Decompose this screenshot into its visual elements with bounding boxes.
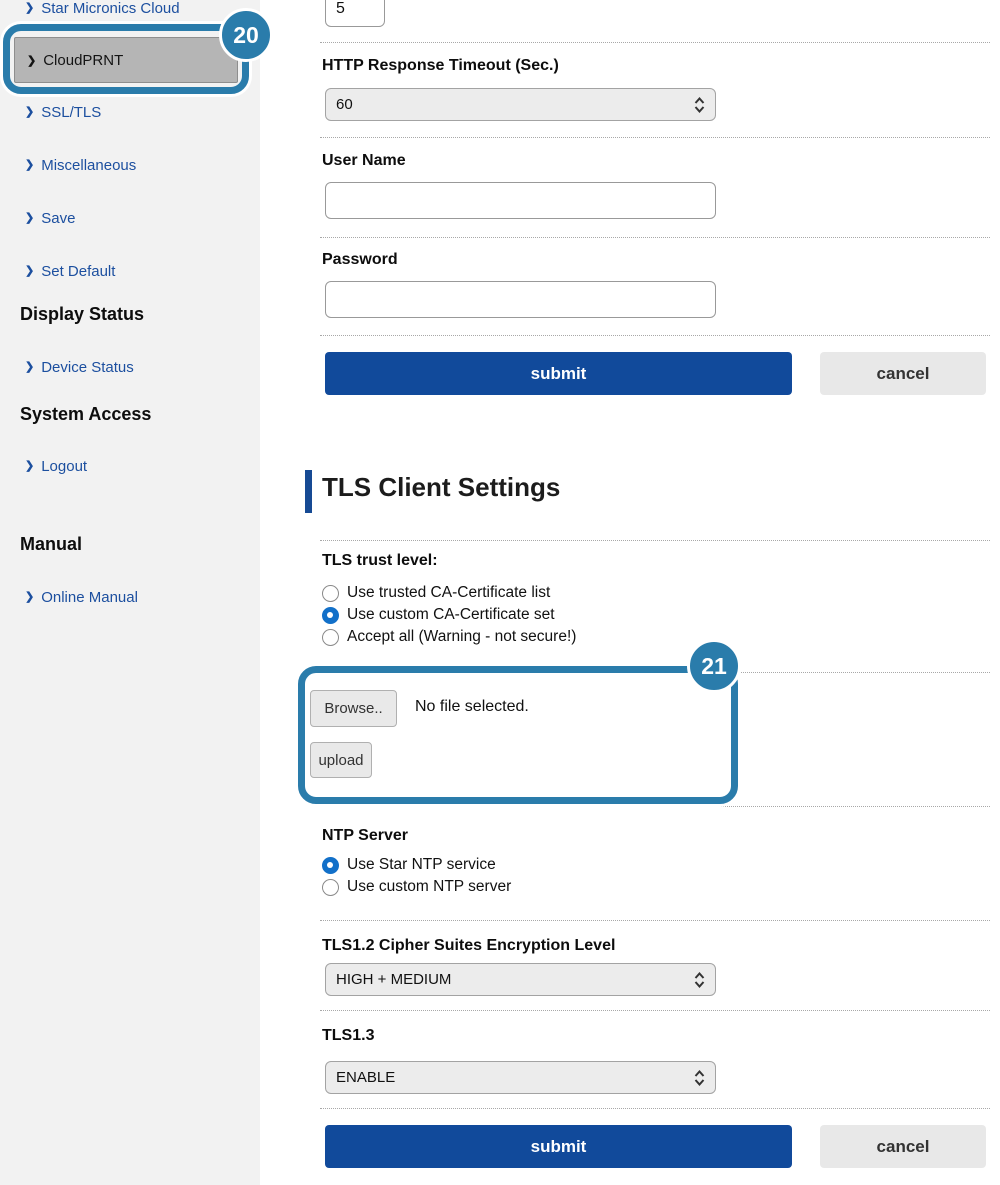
separator: [320, 1108, 990, 1109]
sidebar-item-label: Logout: [41, 458, 87, 475]
tls-trust-level-label: TLS trust level:: [322, 552, 438, 570]
sidebar-item-label: Star Micronics Cloud: [41, 0, 179, 17]
radio-option-label: Use trusted CA-Certificate list: [347, 584, 550, 602]
file-status-text: No file selected.: [415, 698, 529, 716]
sidebar-item-device-status[interactable]: ❯ Device Status: [25, 359, 134, 376]
submit-button[interactable]: submit: [325, 352, 792, 395]
radio-button[interactable]: [322, 879, 339, 896]
sidebar-item-label: Online Manual: [41, 589, 138, 606]
chevron-right-icon: ❯: [27, 54, 36, 67]
separator: [320, 335, 990, 336]
http-timeout-select[interactable]: 60: [325, 88, 716, 121]
sidebar-item-star-micronics-cloud[interactable]: ❯ Star Micronics Cloud: [25, 0, 180, 17]
callout-21-highlight: [298, 666, 738, 804]
sidebar-item-cloudprnt[interactable]: ❯ CloudPRNT: [14, 37, 238, 83]
separator: [320, 540, 990, 541]
chevron-right-icon: ❯: [25, 3, 34, 14]
sidebar-item-label: SSL/TLS: [41, 104, 101, 121]
sidebar-header-display-status: Display Status: [20, 304, 144, 325]
select-value: ENABLE: [336, 1069, 694, 1086]
cancel-button[interactable]: cancel: [820, 1125, 986, 1168]
select-chevron-icon: [694, 97, 705, 113]
radio-option-accept-all[interactable]: Accept all (Warning - not secure!): [322, 628, 576, 646]
radio-option-custom-ca[interactable]: Use custom CA-Certificate set: [322, 606, 555, 624]
chevron-right-icon: ❯: [25, 213, 34, 224]
radio-option-label: Use custom CA-Certificate set: [347, 606, 555, 624]
browse-button[interactable]: Browse..: [310, 690, 397, 727]
sidebar-item-label: Save: [41, 210, 75, 227]
upload-button[interactable]: upload: [310, 742, 372, 778]
retry-interval-input[interactable]: [325, 0, 385, 27]
sidebar-item-set-default[interactable]: ❯ Set Default: [25, 263, 115, 280]
separator: [320, 806, 990, 807]
radio-option-label: Use custom NTP server: [347, 878, 511, 896]
tls12-cipher-label: TLS1.2 Cipher Suites Encryption Level: [322, 937, 615, 955]
chevron-right-icon: ❯: [25, 592, 34, 603]
password-label: Password: [322, 251, 398, 269]
cloudprnt-settings-page: ❯ Star Micronics Cloud ❯ CloudPRNT ❯ SSL…: [0, 0, 1000, 1185]
radio-button[interactable]: [322, 629, 339, 646]
radio-button[interactable]: [322, 585, 339, 602]
select-value: 60: [336, 96, 694, 113]
callout-21-badge: 21: [687, 639, 741, 693]
radio-option-star-ntp[interactable]: Use Star NTP service: [322, 856, 496, 874]
sidebar-item-logout[interactable]: ❯ Logout: [25, 458, 87, 475]
separator: [320, 672, 990, 673]
radio-option-label: Accept all (Warning - not secure!): [347, 628, 576, 646]
tls13-label: TLS1.3: [322, 1027, 374, 1045]
submit-button[interactable]: submit: [325, 1125, 792, 1168]
separator: [320, 237, 990, 238]
sidebar-item-label: Set Default: [41, 263, 115, 280]
radio-button-selected[interactable]: [322, 857, 339, 874]
user-name-label: User Name: [322, 152, 406, 170]
sidebar-item-label: Device Status: [41, 359, 134, 376]
password-input[interactable]: [325, 281, 716, 318]
section-heading-bar: [305, 470, 312, 513]
chevron-right-icon: ❯: [25, 461, 34, 472]
separator: [320, 920, 990, 921]
section-heading: TLS Client Settings: [322, 472, 560, 503]
cancel-button[interactable]: cancel: [820, 352, 986, 395]
radio-option-custom-ntp[interactable]: Use custom NTP server: [322, 878, 511, 896]
sidebar-item-ssl-tls[interactable]: ❯ SSL/TLS: [25, 104, 101, 121]
user-name-input[interactable]: [325, 182, 716, 219]
select-value: HIGH + MEDIUM: [336, 971, 694, 988]
tls13-select[interactable]: ENABLE: [325, 1061, 716, 1094]
chevron-right-icon: ❯: [25, 266, 34, 277]
sidebar-header-system-access: System Access: [20, 404, 151, 425]
chevron-right-icon: ❯: [25, 160, 34, 171]
sidebar-header-manual: Manual: [20, 534, 82, 555]
tls12-cipher-select[interactable]: HIGH + MEDIUM: [325, 963, 716, 996]
radio-button-selected[interactable]: [322, 607, 339, 624]
radio-option-trusted-ca[interactable]: Use trusted CA-Certificate list: [322, 584, 550, 602]
separator: [320, 137, 990, 138]
sidebar-item-label: Miscellaneous: [41, 157, 136, 174]
sidebar-item-online-manual[interactable]: ❯ Online Manual: [25, 589, 138, 606]
sidebar-item-save[interactable]: ❯ Save: [25, 210, 75, 227]
chevron-right-icon: ❯: [25, 362, 34, 373]
sidebar-item-miscellaneous[interactable]: ❯ Miscellaneous: [25, 157, 136, 174]
chevron-right-icon: ❯: [25, 107, 34, 118]
http-timeout-label: HTTP Response Timeout (Sec.): [322, 57, 559, 75]
sidebar-item-label: CloudPRNT: [43, 52, 123, 69]
ntp-server-label: NTP Server: [322, 827, 408, 845]
sidebar: ❯ Star Micronics Cloud ❯ CloudPRNT ❯ SSL…: [0, 0, 260, 1185]
radio-option-label: Use Star NTP service: [347, 856, 496, 874]
select-chevron-icon: [694, 972, 705, 988]
callout-20-badge: 20: [219, 8, 273, 62]
separator: [320, 42, 990, 43]
select-chevron-icon: [694, 1070, 705, 1086]
separator: [320, 1010, 990, 1011]
